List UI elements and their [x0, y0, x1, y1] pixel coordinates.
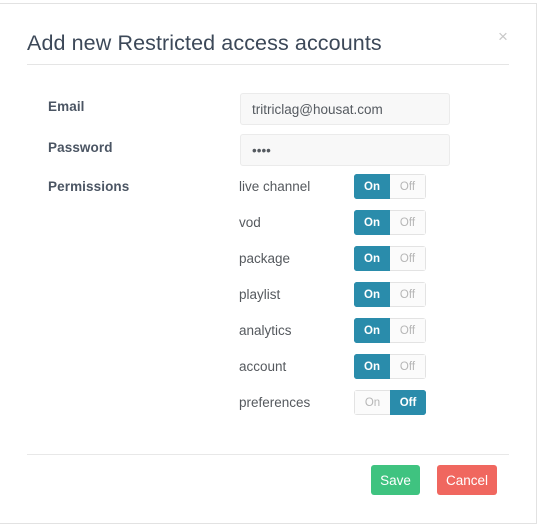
permission-row: vod On Off [0, 208, 536, 244]
close-icon[interactable]: × [494, 28, 512, 46]
toggle-on-segment[interactable]: On [354, 318, 390, 343]
permission-toggle-preferences[interactable]: On Off [354, 390, 426, 415]
permission-label: analytics [239, 323, 292, 338]
permission-toggle-live-channel[interactable]: On Off [354, 174, 426, 199]
footer-divider [27, 454, 509, 455]
email-row: Email [0, 93, 536, 127]
toggle-off-segment[interactable]: Off [390, 210, 426, 235]
permission-row: account On Off [0, 352, 536, 388]
permission-label: playlist [239, 287, 281, 302]
modal-footer: Save Cancel [0, 454, 536, 523]
permission-row: preferences On Off [0, 388, 536, 424]
modal-header: Add new Restricted access accounts × [0, 4, 536, 65]
permission-toggle-playlist[interactable]: On Off [354, 282, 426, 307]
toggle-on-segment[interactable]: On [354, 282, 390, 307]
permission-label: package [239, 251, 291, 266]
permission-label: vod [239, 215, 261, 230]
permission-toggle-package[interactable]: On Off [354, 246, 426, 271]
toggle-off-segment[interactable]: Off [390, 282, 426, 307]
toggle-on-segment[interactable]: On [354, 210, 390, 235]
permission-label: preferences [239, 395, 311, 410]
toggle-off-segment[interactable]: Off [390, 390, 426, 415]
toggle-on-segment[interactable]: On [354, 354, 390, 379]
email-label: Email [48, 99, 85, 114]
toggle-on-segment[interactable]: On [354, 390, 390, 415]
permissions-list: live channel On Off vod On Off package On Off pla… [0, 172, 536, 424]
password-row: Password [0, 134, 536, 168]
toggle-on-segment[interactable]: On [354, 246, 390, 271]
permission-toggle-account[interactable]: On Off [354, 354, 426, 379]
permission-toggle-analytics[interactable]: On Off [354, 318, 426, 343]
permission-row: live channel On Off [0, 172, 536, 208]
password-field[interactable] [240, 134, 450, 166]
toggle-off-segment[interactable]: Off [390, 354, 426, 379]
cancel-button[interactable]: Cancel [437, 465, 497, 495]
page-title: Add new Restricted access accounts [27, 31, 382, 55]
toggle-off-segment[interactable]: Off [390, 318, 426, 343]
modal-body: Email Password Permissions live channelO… [0, 65, 536, 455]
email-field[interactable] [240, 93, 450, 125]
save-button[interactable]: Save [371, 465, 420, 495]
toggle-off-segment[interactable]: Off [390, 246, 426, 271]
toggle-on-segment[interactable]: On [354, 174, 390, 199]
add-restricted-account-modal: Add new Restricted access accounts × Ema… [0, 3, 537, 524]
permission-row: playlist On Off [0, 280, 536, 316]
toggle-off-segment[interactable]: Off [390, 174, 426, 199]
permission-row: package On Off [0, 244, 536, 280]
password-label: Password [48, 140, 113, 155]
permission-label: live channel [239, 179, 311, 194]
permission-row: analytics On Off [0, 316, 536, 352]
permission-label: account [239, 359, 287, 374]
permission-toggle-vod[interactable]: On Off [354, 210, 426, 235]
